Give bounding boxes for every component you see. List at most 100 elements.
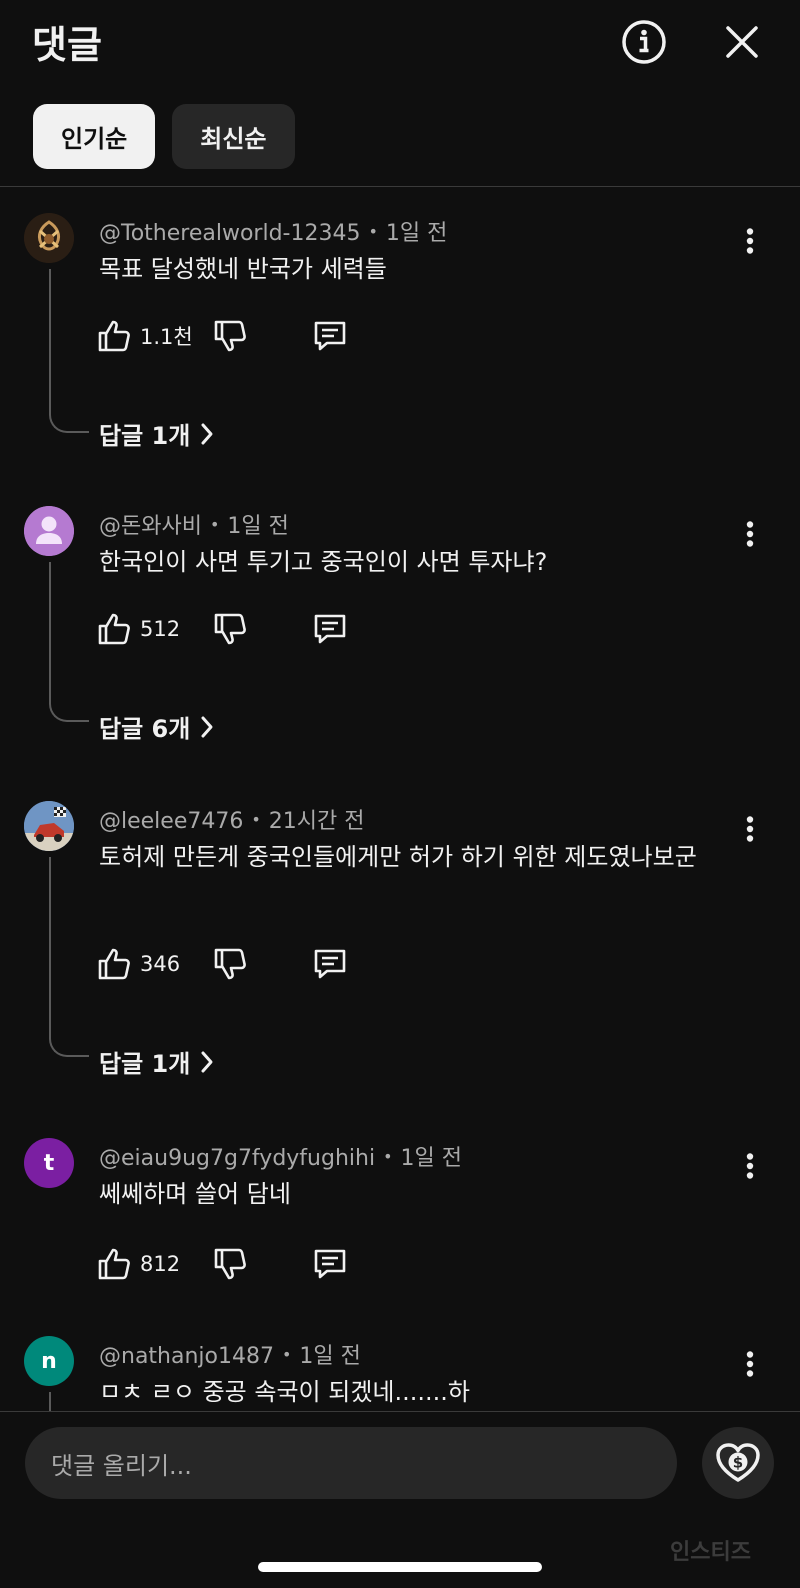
comment-meta: @eiau9ug7g7fydyfughihi • 1일 전 (99, 1146, 462, 1171)
replies-label: 답글 1개 (99, 1050, 191, 1078)
like-count: 512 (140, 617, 181, 641)
thumbs-down-icon (214, 948, 246, 980)
comment-text: 한국인이 사면 투기고 중국인이 사면 투자냐? (99, 548, 548, 576)
like-count: 812 (140, 1252, 181, 1276)
like-count: 1.1천 (140, 325, 193, 349)
more-vertical-icon (746, 1351, 754, 1377)
comment-author[interactable]: @leelee7476 (99, 809, 243, 834)
more-vertical-icon (746, 1153, 754, 1179)
like-button[interactable]: 346 (96, 942, 180, 986)
avatar-image-icon (24, 801, 74, 851)
comment-author[interactable]: @돈와사비 (99, 514, 202, 539)
comment-text: 쎄쎄하며 쓸어 담네 (99, 1180, 291, 1208)
avatar[interactable] (24, 506, 74, 556)
thumbs-up-icon (98, 948, 130, 980)
close-button[interactable] (714, 14, 770, 70)
comment-icon (314, 949, 346, 979)
more-vertical-icon (746, 521, 754, 547)
svg-text:$: $ (733, 1454, 743, 1472)
comment-icon (314, 321, 346, 351)
comment-actions: 346 (96, 942, 496, 986)
comment-time: 1일 전 (400, 1146, 462, 1171)
comment-author[interactable]: @eiau9ug7g7fydyfughihi (99, 1146, 375, 1171)
comments-header: 댓글 (0, 0, 800, 84)
info-button[interactable] (616, 14, 672, 70)
more-options-button[interactable] (726, 805, 774, 853)
comment-list[interactable]: @Totherealworld-12345 • 1일 전 목표 달성했네 반국가 세… (0, 187, 800, 1411)
thumbs-down-icon (214, 1248, 246, 1280)
thumbs-down-icon (214, 613, 246, 645)
close-icon (726, 26, 758, 58)
replies-label: 답글 1개 (99, 422, 191, 450)
reply-button[interactable] (310, 314, 350, 358)
comment-author[interactable]: @Totherealworld-12345 (99, 221, 360, 246)
comment-text: 목표 달성했네 반국가 세력들 (99, 255, 387, 283)
comment-input[interactable]: 댓글 올리기... (25, 1427, 677, 1499)
page-title: 댓글 (32, 23, 102, 67)
more-vertical-icon (746, 816, 754, 842)
more-options-button[interactable] (726, 1142, 774, 1190)
comment-author[interactable]: @nathanjo1487 (99, 1344, 274, 1369)
like-button[interactable]: 512 (96, 607, 180, 651)
thumbs-up-icon (98, 1248, 130, 1280)
watermark: 인스티즈 (670, 1540, 751, 1565)
comment-actions: 812 (96, 1242, 496, 1286)
comment-item: @leelee7476 • 21시간 전 토허제 만든게 중국인들에게만 허가 하기… (0, 777, 800, 1112)
comment-actions: 512 (96, 607, 496, 651)
more-options-button[interactable] (726, 1340, 774, 1388)
avatar[interactable] (24, 213, 74, 263)
comment-meta: @돈와사비 • 1일 전 (99, 514, 289, 539)
sort-chip-top[interactable]: 인기순 (33, 104, 156, 169)
avatar-image-icon (24, 213, 74, 263)
comment-icon (314, 614, 346, 644)
comment-time: 21시간 전 (268, 809, 365, 834)
sort-chip-newest[interactable]: 최신순 (172, 104, 295, 169)
replies-label: 답글 6개 (99, 715, 191, 743)
comment-time: 1일 전 (227, 514, 289, 539)
comment-meta: @Totherealworld-12345 • 1일 전 (99, 221, 448, 246)
comment-time: 1일 전 (299, 1344, 361, 1369)
more-options-button[interactable] (726, 510, 774, 558)
info-circle-icon (622, 20, 666, 64)
comment-input-placeholder: 댓글 올리기... (51, 1451, 192, 1480)
like-count: 346 (140, 952, 181, 976)
dislike-button[interactable] (210, 1242, 250, 1286)
chevron-right-icon (201, 423, 213, 444)
reply-button[interactable] (310, 942, 350, 986)
avatar[interactable]: n (24, 1336, 74, 1386)
super-thanks-button[interactable]: $ (702, 1427, 774, 1499)
default-user-icon (24, 506, 74, 556)
reply-button[interactable] (310, 1242, 350, 1286)
reply-button[interactable] (310, 607, 350, 651)
home-indicator[interactable] (258, 1562, 542, 1572)
comment-item: @Totherealworld-12345 • 1일 전 목표 달성했네 반국가 세… (0, 187, 800, 482)
dislike-button[interactable] (210, 942, 250, 986)
thumbs-up-icon (98, 320, 130, 352)
comment-item: n @nathanjo1487 • 1일 전 ㅁㅊ ㄹㅇ 중공 속국이 되겠네...… (0, 1312, 800, 1411)
avatar-letter: n (41, 1348, 57, 1374)
comment-time: 1일 전 (385, 221, 448, 246)
more-vertical-icon (746, 228, 754, 254)
comment-text: 토허제 만든게 중국인들에게만 허가 하기 위한 제도였나보군 (99, 843, 697, 871)
thread-connector (49, 857, 89, 1057)
view-replies-button[interactable]: 답글 1개 (99, 1044, 214, 1079)
avatar[interactable] (24, 801, 74, 851)
comment-item: t @eiau9ug7g7fydyfughihi • 1일 전 쎄쎄하며 쓸어 담네… (0, 1112, 800, 1312)
dislike-button[interactable] (210, 314, 250, 358)
dislike-button[interactable] (210, 607, 250, 651)
thread-connector (49, 269, 89, 433)
thumbs-down-icon (214, 320, 246, 352)
comment-actions: 1.1천 (96, 314, 496, 358)
view-replies-button[interactable]: 답글 6개 (99, 709, 214, 744)
comment-icon (314, 1249, 346, 1279)
view-replies-button[interactable]: 답글 1개 (99, 416, 214, 451)
super-thanks-heart-dollar-icon: $ (716, 1443, 760, 1482)
composer-divider (0, 1411, 800, 1412)
like-button[interactable]: 1.1천 (96, 314, 193, 358)
like-button[interactable]: 812 (96, 1242, 180, 1286)
avatar[interactable]: t (24, 1138, 74, 1188)
thumbs-up-icon (98, 613, 130, 645)
comment-item: @돈와사비 • 1일 전 한국인이 사면 투기고 중국인이 사면 투자냐? 512 … (0, 482, 800, 777)
more-options-button[interactable] (726, 217, 774, 265)
chevron-right-icon (201, 716, 213, 737)
